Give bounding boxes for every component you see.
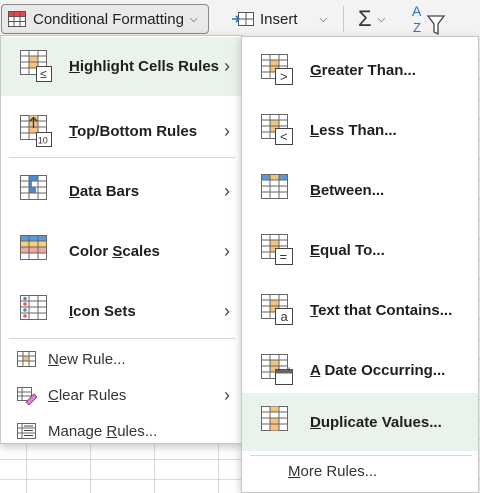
menu-item-clear-rules[interactable]: Clear Rules › — [1, 378, 242, 412]
top-bottom-rules-icon: 10 — [20, 115, 52, 147]
menu-item-label: Icon Sets — [69, 302, 136, 320]
submenu-item-greater-than[interactable]: > Greater Than... — [242, 41, 478, 99]
new-rule-icon — [17, 351, 36, 367]
insert-icon — [232, 12, 254, 26]
chevron-down-icon: ⌵ — [189, 13, 198, 25]
menu-item-color-scales[interactable]: Color Scales › — [1, 222, 242, 280]
submenu-item-less-than[interactable]: < Less Than... — [242, 101, 478, 159]
less-than-icon: < — [261, 114, 293, 145]
menu-item-label: Clear Rules — [48, 386, 127, 404]
chevron-right-icon: › — [224, 56, 230, 76]
between-icon — [261, 174, 288, 199]
submenu-item-label: Duplicate Values... — [310, 413, 442, 431]
submenu-item-label: Greater Than... — [310, 61, 416, 79]
chevron-right-icon: › — [224, 120, 230, 141]
ribbon-separator — [343, 6, 344, 32]
more-rules-item[interactable]: More Rules... — [288, 463, 377, 480]
manage-rules-icon — [17, 423, 36, 439]
duplicate-values-icon — [261, 406, 288, 431]
menu-item-label: Data Bars — [69, 182, 140, 200]
clear-rules-icon — [17, 387, 37, 405]
menu-separator — [250, 455, 472, 456]
conditional-formatting-label: Conditional Formatting — [33, 10, 184, 28]
icon-sets-icon — [20, 295, 47, 320]
top-bottom-badge: 10 — [38, 136, 48, 146]
chevron-right-icon: › — [224, 384, 230, 405]
svg-text:≤: ≤ — [40, 67, 47, 81]
svg-text:A: A — [412, 3, 422, 19]
submenu-item-label: Between... — [310, 181, 385, 199]
equal-to-glyph: = — [280, 249, 288, 264]
submenu-item-date-occurring[interactable]: A Date Occurring... — [242, 341, 478, 399]
data-bars-icon — [20, 175, 47, 200]
submenu-item-label: Equal To... — [310, 241, 385, 259]
submenu-item-label: Less Than... — [310, 121, 397, 139]
submenu-item-equal-to[interactable]: = Equal To... — [242, 221, 478, 279]
submenu-item-between[interactable]: Between... — [242, 161, 478, 219]
conditional-formatting-menu: ≤ Highlight Cells Rules › 10 Top/Bottom … — [0, 35, 243, 444]
menu-item-new-rule[interactable]: New Rule... — [1, 342, 242, 376]
insert-label: Insert — [260, 10, 298, 28]
insert-button[interactable]: Insert ⌵ — [232, 4, 332, 34]
menu-item-label: New Rule... — [48, 350, 126, 368]
less-than-glyph: < — [280, 129, 288, 144]
greater-than-glyph: > — [280, 69, 288, 84]
highlight-cells-rules-icon: ≤ — [20, 50, 52, 82]
chevron-right-icon: › — [224, 300, 230, 321]
greater-than-icon: > — [261, 54, 293, 85]
equal-to-icon: = — [261, 234, 293, 265]
chevron-down-icon: ⌵ — [319, 13, 328, 25]
chevron-right-icon: › — [224, 180, 230, 201]
chevron-right-icon: › — [224, 240, 230, 261]
highlight-cells-rules-submenu: > Greater Than... < Less Than... Between… — [241, 36, 479, 493]
menu-item-manage-rules[interactable]: Manage Rules... — [1, 414, 242, 448]
date-occurring-icon — [261, 354, 293, 385]
text-contains-icon: a — [261, 294, 293, 325]
autosum-button[interactable]: Σ ⌵ — [358, 4, 402, 34]
sigma-icon: Σ — [358, 6, 372, 31]
ribbon: Conditional Formatting ⌵ Insert ⌵ Σ ⌵ A … — [0, 0, 480, 38]
menu-item-highlight-cells-rules[interactable]: ≤ Highlight Cells Rules › — [1, 37, 242, 96]
color-scales-icon — [20, 235, 47, 260]
conditional-formatting-icon — [8, 11, 26, 27]
menu-item-label: Top/Bottom Rules — [69, 122, 198, 140]
svg-text:Z: Z — [413, 20, 421, 35]
submenu-item-label: A Date Occurring... — [310, 361, 446, 379]
chevron-down-icon: ⌵ — [377, 13, 386, 25]
submenu-item-label: Text that Contains... — [310, 301, 453, 319]
menu-item-data-bars[interactable]: Data Bars › — [1, 162, 242, 220]
conditional-formatting-button[interactable]: Conditional Formatting ⌵ — [1, 4, 209, 34]
submenu-item-text-contains[interactable]: a Text that Contains... — [242, 281, 478, 339]
menu-item-icon-sets[interactable]: Icon Sets › — [1, 282, 242, 340]
menu-item-label: Highlight Cells Rules — [69, 58, 220, 75]
text-contains-glyph: a — [281, 309, 289, 324]
sort-filter-icon[interactable]: A Z — [410, 2, 450, 38]
menu-item-label: Manage Rules... — [48, 422, 158, 440]
submenu-item-duplicate-values[interactable]: Duplicate Values... — [242, 393, 478, 451]
menu-item-label: Color Scales — [69, 242, 160, 260]
menu-item-top-bottom-rules[interactable]: 10 Top/Bottom Rules › — [1, 102, 242, 160]
menu-separator — [9, 157, 235, 158]
menu-separator — [9, 338, 235, 339]
